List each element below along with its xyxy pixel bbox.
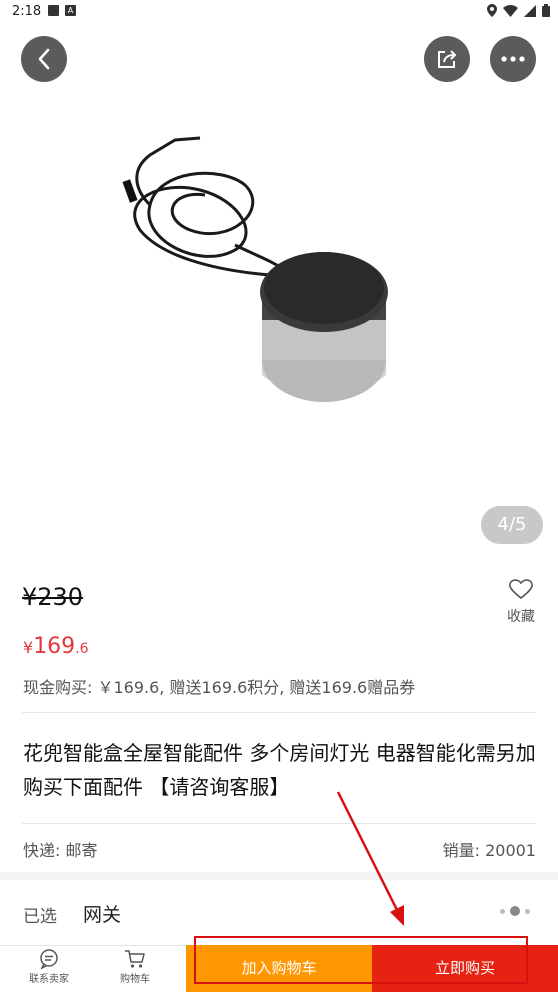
price-integer: 169	[33, 634, 76, 659]
more-button[interactable]	[490, 36, 536, 82]
original-price: ¥230	[22, 583, 84, 611]
section-separator	[0, 872, 558, 880]
divider	[22, 823, 536, 824]
back-icon	[38, 48, 50, 70]
status-bar: 2:18 A	[0, 0, 558, 24]
chat-icon	[40, 949, 58, 969]
divider	[22, 712, 536, 713]
cart-icon	[125, 950, 145, 968]
sales-count: 销量: 20001	[442, 841, 536, 860]
status-right-icons	[487, 4, 550, 17]
current-price: ¥169.6	[23, 634, 89, 659]
image-counter: 4/5	[481, 506, 543, 544]
contact-seller-button[interactable]: 联系卖家	[19, 949, 79, 985]
cart-label: 购物车	[120, 974, 150, 985]
signal-icon	[524, 4, 536, 17]
location-icon	[487, 4, 497, 17]
share-icon	[438, 50, 457, 68]
contact-seller-label: 联系卖家	[29, 974, 69, 985]
heart-icon	[509, 579, 533, 600]
buy-now-button[interactable]: 立即购买	[372, 945, 558, 992]
delivery-info: 快递: 邮寄	[23, 841, 98, 860]
more-dots-icon	[500, 906, 530, 916]
battery-icon	[542, 4, 550, 17]
wifi-icon	[503, 4, 518, 17]
app-notification-icon: A	[65, 5, 76, 16]
favorite-button[interactable]: 收藏	[500, 578, 542, 626]
price-symbol: ¥	[23, 638, 34, 657]
cash-purchase-info: 现金购买: ￥169.6, 赠送169.6积分, 赠送169.6赠品券	[23, 678, 416, 697]
gallery-notification-icon	[48, 5, 59, 16]
price-decimal: .6	[75, 641, 89, 657]
more-icon	[501, 56, 525, 62]
back-button[interactable]	[21, 36, 67, 82]
cart-button[interactable]: 购物车	[105, 949, 165, 985]
share-button[interactable]	[424, 36, 470, 82]
favorite-label: 收藏	[507, 609, 535, 625]
selected-label: 已选	[23, 907, 57, 927]
add-to-cart-button[interactable]: 加入购物车	[186, 945, 372, 992]
status-time: 2:18	[12, 4, 42, 19]
product-title: 花兜智能盒全屋智能配件 多个房间灯光 电器智能化需另加购买下面配件 【请咨询客服…	[23, 741, 536, 799]
selected-value: 网关	[83, 904, 122, 926]
status-left-icons: A	[48, 5, 76, 16]
product-image[interactable]	[0, 30, 558, 550]
